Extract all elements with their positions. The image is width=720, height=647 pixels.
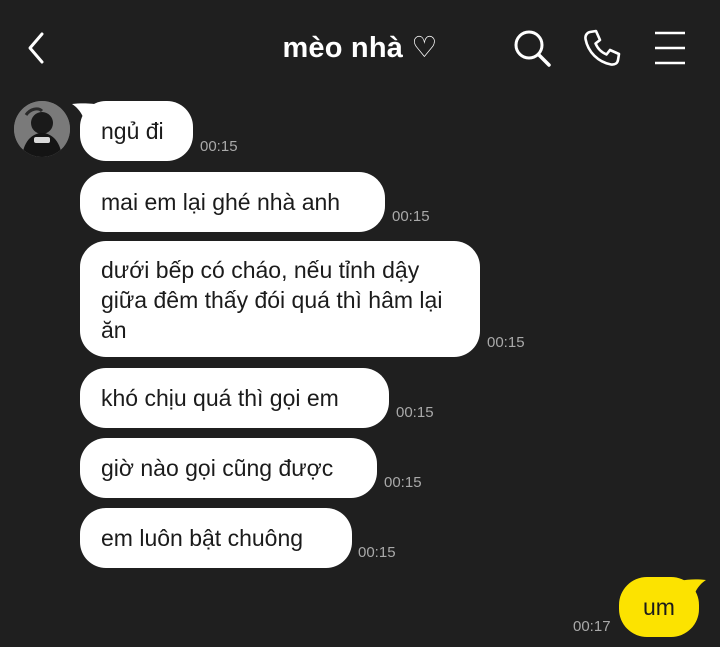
message-bubble[interactable]: mai em lại ghé nhà anh — [80, 172, 385, 232]
search-button[interactable] — [510, 26, 554, 70]
message-time: 00:15 — [200, 138, 238, 155]
hamburger-menu-icon — [655, 31, 685, 65]
message-time: 00:15 — [384, 474, 422, 491]
phone-icon — [584, 29, 621, 66]
menu-button[interactable] — [648, 26, 692, 70]
message-time: 00:17 — [573, 618, 611, 635]
message-time: 00:15 — [487, 334, 525, 351]
message-bubble[interactable]: ngủ đi — [80, 101, 193, 161]
message-time: 00:15 — [396, 404, 434, 421]
search-icon — [514, 30, 551, 67]
contact-avatar[interactable] — [14, 101, 70, 157]
message-bubble[interactable]: dưới bếp có cháo, nếu tỉnh dậy giữa đêm … — [80, 241, 480, 357]
bubble-tail — [680, 579, 706, 603]
message-time: 00:15 — [392, 208, 430, 225]
message-bubble[interactable]: em luôn bật chuông — [80, 508, 352, 568]
chat-header: mèo nhà ♡ — [0, 0, 720, 96]
message-bubble[interactable]: giờ nào gọi cũng được — [80, 438, 377, 498]
message-time: 00:15 — [358, 544, 396, 561]
call-button[interactable] — [580, 26, 624, 70]
message-bubble[interactable]: khó chịu quá thì gọi em — [80, 368, 389, 428]
profile-photo — [14, 101, 70, 157]
